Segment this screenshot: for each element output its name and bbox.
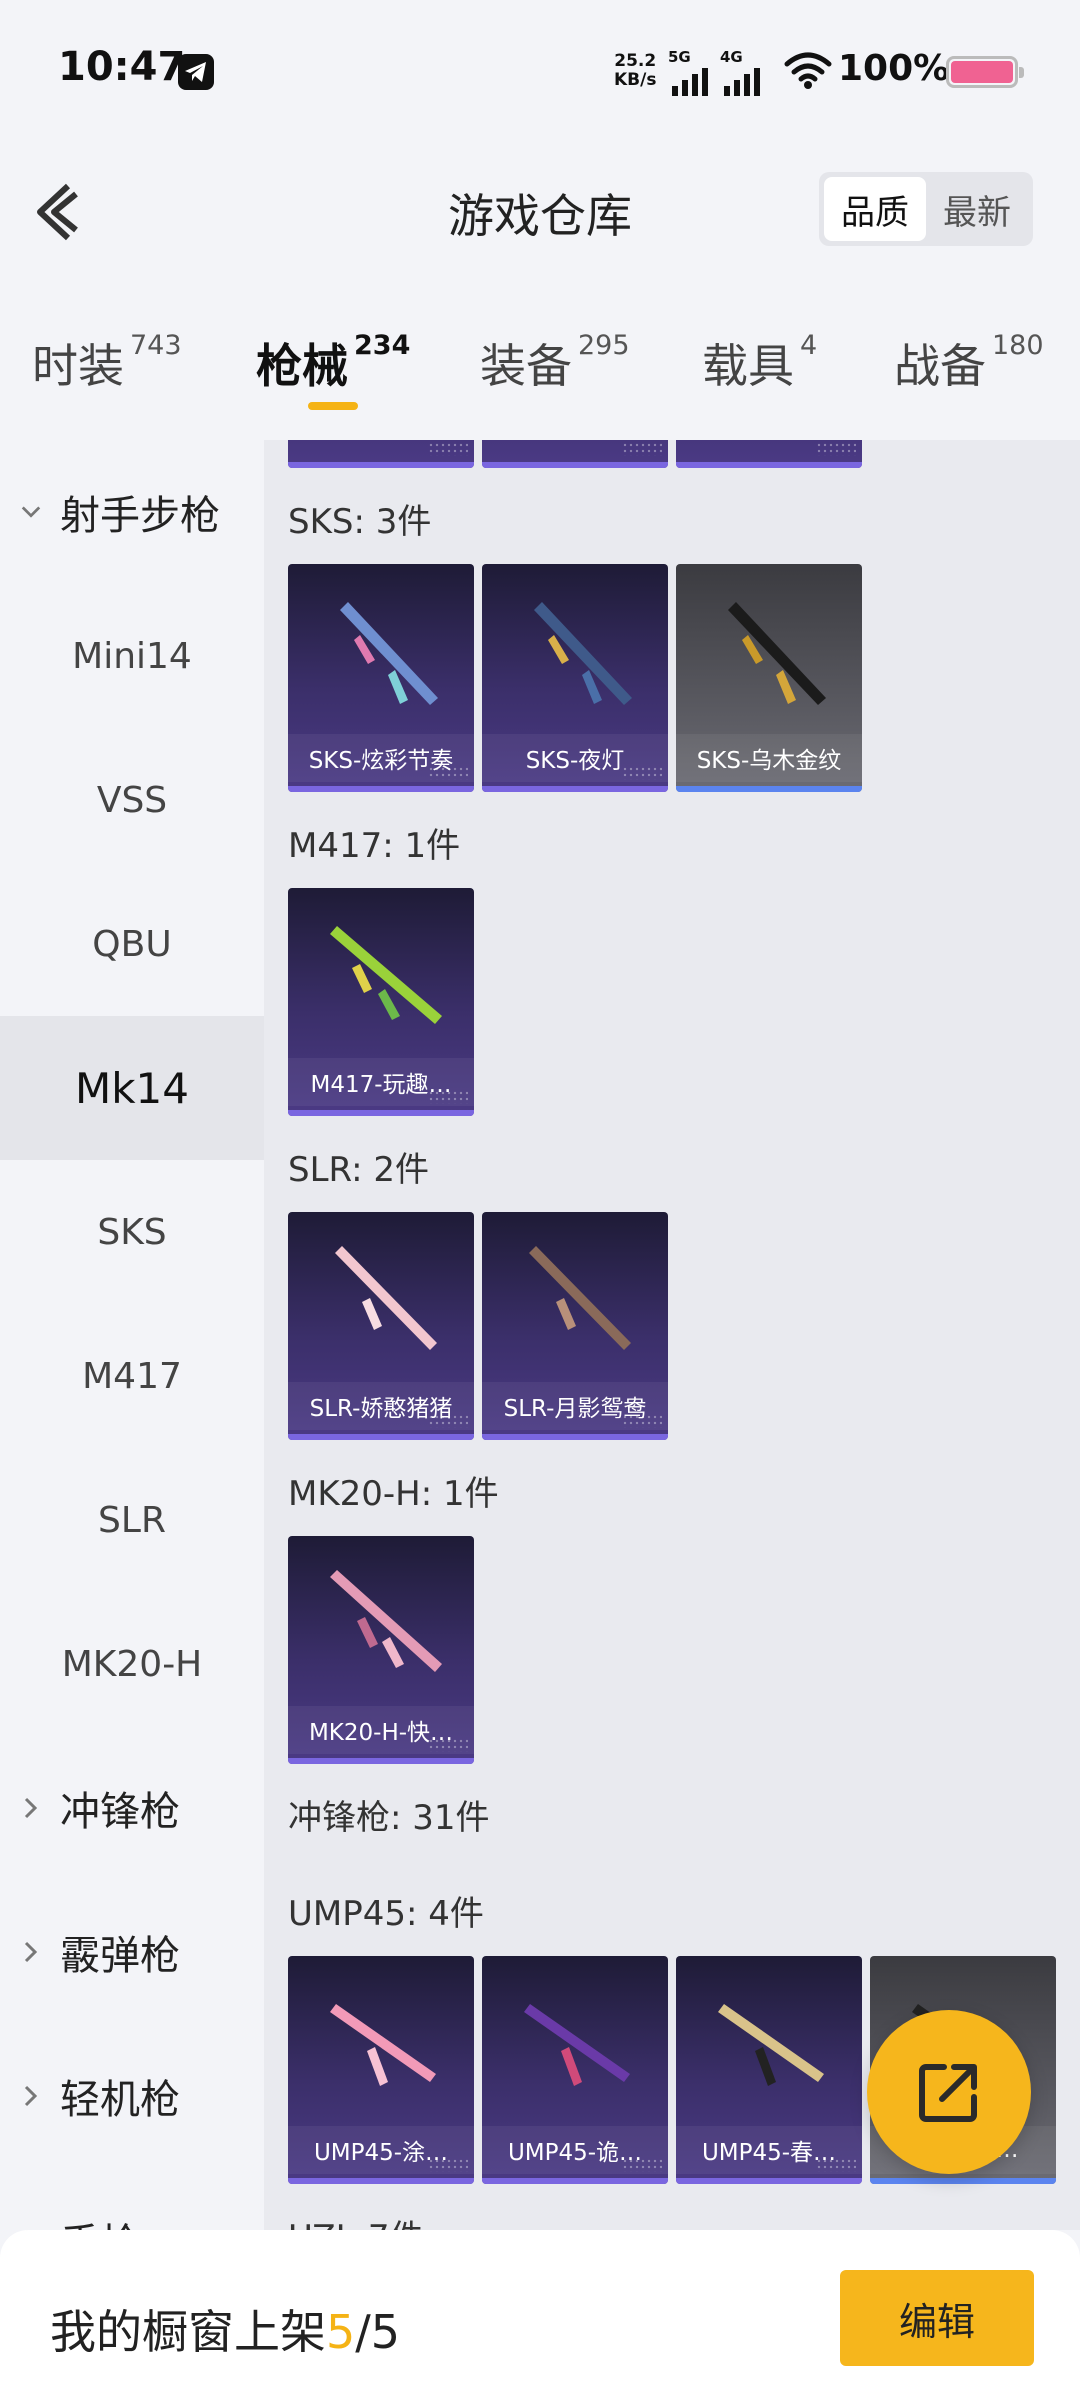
edit-button[interactable]: 编辑 <box>840 2270 1034 2366</box>
showcase-status: 我的橱窗上架5/5 <box>50 2296 400 2362</box>
weapon-card[interactable] <box>288 440 474 468</box>
share-button[interactable] <box>867 2010 1031 2174</box>
section-title-ump45: UMP45: 4件 <box>288 1894 484 1934</box>
sidebar-group-marksman[interactable]: 射手步枪 <box>0 440 264 584</box>
tab-count: 295 <box>578 330 630 361</box>
rifle-image <box>728 602 826 705</box>
showcase-current-count: 5 <box>326 2305 356 2359</box>
tab-label: 载具 <box>702 339 794 393</box>
rifle-image <box>330 1570 442 1672</box>
weapon-card[interactable] <box>676 440 862 468</box>
tab-count: 743 <box>130 330 182 361</box>
chevron-right-icon <box>20 1796 42 1820</box>
network-5g-label: 5G <box>668 48 691 66</box>
network-speed: 25.2 KB/s <box>614 52 656 90</box>
sidebar-item-mk14[interactable]: Mk14 <box>0 1016 264 1160</box>
smg-image <box>718 2004 824 2086</box>
weapon-card-m417-1[interactable]: M417-玩趣… <box>288 888 474 1116</box>
sidebar-item-m417[interactable]: M417 <box>0 1304 264 1448</box>
tab-count: 4 <box>800 330 818 361</box>
sidebar-item-mk20h[interactable]: MK20-H <box>0 1592 264 1736</box>
rifle-image <box>335 1246 437 1350</box>
sidebar-group-lmg[interactable]: 轻机枪 <box>0 2024 264 2168</box>
chevron-right-icon <box>20 2084 42 2108</box>
sidebar-item-sks[interactable]: SKS <box>0 1160 264 1304</box>
item-grid: SKS: 3件 SKS-炫彩节奏 SKS-夜灯 SKS-乌木金纹 M417: 1… <box>264 440 1080 2230</box>
tab-count: 234 <box>354 330 411 361</box>
sort-toggle: 品质 最新 <box>819 172 1033 246</box>
tab-vehicles[interactable]: 载具 4 <box>702 330 817 396</box>
sidebar-item-slr[interactable]: SLR <box>0 1448 264 1592</box>
weapon-card-ump45-1[interactable]: UMP45-涂… <box>288 1956 474 2184</box>
tab-label: 枪械 <box>256 339 348 393</box>
section-title-slr: SLR: 2件 <box>288 1150 429 1190</box>
weapon-card-sks-2[interactable]: SKS-夜灯 <box>482 564 668 792</box>
category-tabs: 时装 743 枪械 234 装备 295 载具 4 战备 180 <box>0 320 1080 420</box>
rifle-image <box>529 1246 631 1350</box>
section-title-sks: SKS: 3件 <box>288 502 432 542</box>
battery-icon <box>946 56 1024 88</box>
sidebar-item-qbu[interactable]: QBU <box>0 872 264 1016</box>
smg-image <box>330 2004 436 2086</box>
sort-newest-button[interactable]: 最新 <box>926 177 1028 241</box>
tab-count: 180 <box>992 330 1044 361</box>
showcase-total-count: 5 <box>370 2305 401 2359</box>
share-icon <box>919 2064 977 2122</box>
sidebar-group-label: 射手步枪 <box>60 493 220 539</box>
status-bar: 10:47 25.2 KB/s 5G 4G 100% <box>0 0 1080 140</box>
battery-percent: 100% <box>838 48 950 89</box>
rifle-image <box>340 602 438 705</box>
weapon-card[interactable] <box>482 440 668 468</box>
section-title-m417: M417: 1件 <box>288 826 461 866</box>
wifi-icon <box>784 52 832 94</box>
tab-label: 时装 <box>32 339 124 393</box>
showcase-separator: / <box>355 2305 371 2359</box>
sidebar: 射手步枪 Mini14 VSS QBU Mk14 SKS M417 SLR MK… <box>0 440 264 2240</box>
sidebar-group-label: 霰弹枪 <box>60 1933 180 1979</box>
smg-image <box>524 2004 630 2086</box>
network-4g-label: 4G <box>720 48 743 66</box>
tab-gear[interactable]: 战备 180 <box>894 330 1044 396</box>
tab-indicator <box>308 402 358 410</box>
tab-equipment[interactable]: 装备 295 <box>480 330 630 396</box>
sidebar-item-mini14[interactable]: Mini14 <box>0 584 264 728</box>
sort-quality-button[interactable]: 品质 <box>824 177 926 241</box>
tab-fashion[interactable]: 时装 743 <box>32 330 182 396</box>
speed-value: 25.2 <box>614 51 657 71</box>
sidebar-group-smg[interactable]: 冲锋枪 <box>0 1736 264 1880</box>
weapon-card-slr-2[interactable]: SLR-月影鸳鸯 <box>482 1212 668 1440</box>
section-title-uzi: UZI: 7件 <box>288 2210 424 2230</box>
header: 游戏仓库 品质 最新 <box>0 140 1080 280</box>
showcase-bar: 我的橱窗上架5/5 编辑 <box>0 2230 1080 2400</box>
sidebar-group-label: 冲锋枪 <box>60 1789 180 1835</box>
weapon-card-sks-1[interactable]: SKS-炫彩节奏 <box>288 564 474 792</box>
weapon-card-slr-1[interactable]: SLR-娇憨猪猪 <box>288 1212 474 1440</box>
showcase-label: 我的橱窗上架 <box>50 2305 326 2359</box>
tab-guns[interactable]: 枪械 234 <box>256 330 410 396</box>
telegram-icon <box>178 54 214 90</box>
weapon-card-mk20h-1[interactable]: MK20-H-快… <box>288 1536 474 1764</box>
sidebar-group-shotgun[interactable]: 霰弹枪 <box>0 1880 264 2024</box>
weapon-card-ump45-2[interactable]: UMP45-诡… <box>482 1956 668 2184</box>
rifle-image <box>534 602 632 705</box>
section-title-smg: 冲锋枪: 31件 <box>288 1798 490 1838</box>
status-time: 10:47 <box>58 44 186 90</box>
card-label: SKS-乌木金纹 <box>676 734 862 782</box>
speed-unit: KB/s <box>614 70 657 90</box>
tab-label: 装备 <box>480 339 572 393</box>
chevron-down-icon <box>20 504 42 520</box>
sidebar-group-label: 轻机枪 <box>60 2077 180 2123</box>
tab-label: 战备 <box>894 339 986 393</box>
sidebar-item-vss[interactable]: VSS <box>0 728 264 872</box>
weapon-card-ump45-3[interactable]: UMP45-春… <box>676 1956 862 2184</box>
weapon-card-sks-3[interactable]: SKS-乌木金纹 <box>676 564 862 792</box>
chevron-right-icon <box>20 1940 42 1964</box>
rifle-image <box>330 926 442 1024</box>
section-title-mk20h: MK20-H: 1件 <box>288 1474 499 1514</box>
